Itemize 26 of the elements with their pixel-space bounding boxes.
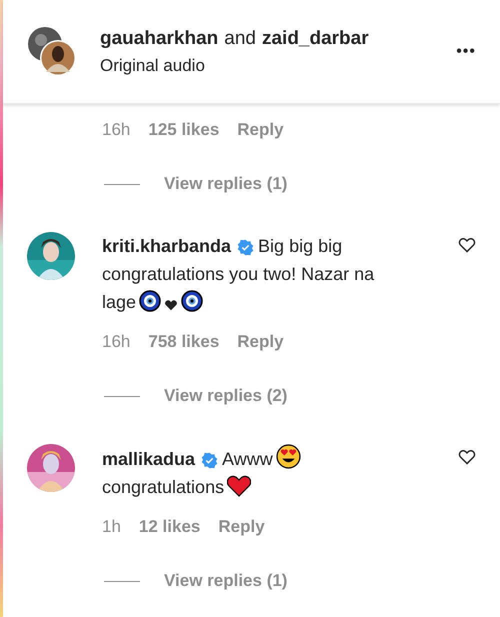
comment-text: kriti.kharbanda Big big big congratulations you two! Nazar na lage xyxy=(102,235,376,314)
audio-link[interactable]: Original audio xyxy=(100,56,456,76)
heart-outline-icon[interactable] xyxy=(458,449,476,465)
evil-eye-icon xyxy=(181,290,204,312)
evil-eye-icon xyxy=(139,290,162,312)
reply-link[interactable]: Reply xyxy=(237,120,284,140)
more-options-button[interactable]: ••• xyxy=(456,42,476,60)
conjunction-text: and xyxy=(224,28,256,50)
view-replies-link[interactable]: View replies (1) xyxy=(164,174,288,194)
likes-link[interactable]: 758 likes xyxy=(148,332,220,352)
reply-link[interactable]: Reply xyxy=(218,517,265,537)
comment-time: 1h xyxy=(102,517,121,537)
heart-eyes-icon xyxy=(276,444,301,469)
likes-link[interactable]: 12 likes xyxy=(138,517,200,537)
comment-text: mallikadua Awww congratulations xyxy=(102,444,402,501)
comment-time: 16h xyxy=(102,332,130,352)
comment-time: 16h xyxy=(102,120,130,140)
reply-link[interactable]: Reply xyxy=(237,332,284,352)
heart-outline-icon[interactable] xyxy=(458,237,476,253)
username[interactable]: gauaharkhan xyxy=(100,28,218,50)
view-replies-link[interactable]: View replies (1) xyxy=(164,571,288,591)
view-replies-link[interactable]: View replies (2) xyxy=(164,386,288,406)
heart-icon xyxy=(164,298,178,312)
heart-icon xyxy=(227,475,252,497)
likes-link[interactable]: 125 likes xyxy=(148,120,220,140)
username[interactable]: zaid_darbar xyxy=(262,28,369,50)
